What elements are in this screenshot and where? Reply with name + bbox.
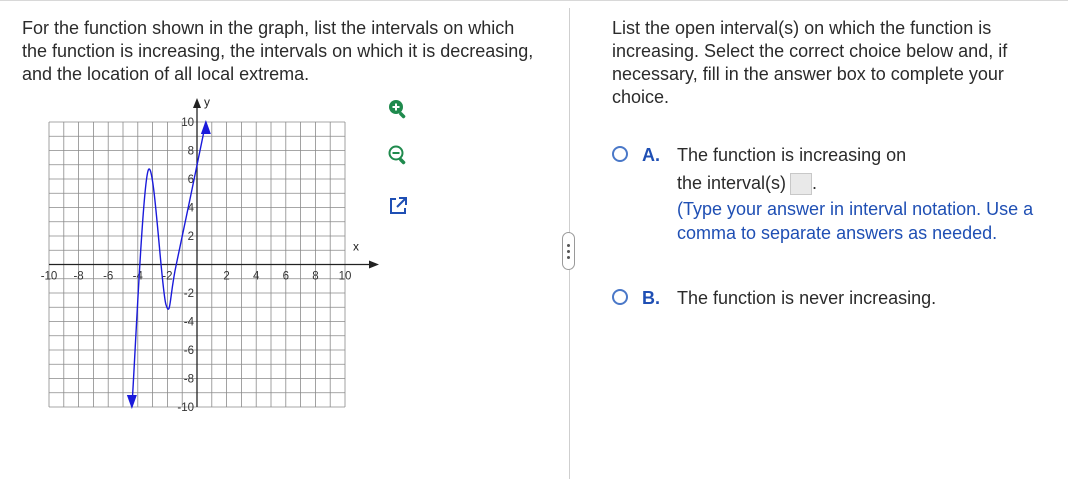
zoom-out-button[interactable] — [378, 138, 418, 172]
handle-dot — [567, 243, 570, 247]
y-tick-label: -10 — [177, 402, 194, 414]
popout-button[interactable] — [378, 189, 418, 223]
axes-layer: xy — [49, 95, 379, 407]
top-rule — [0, 0, 1068, 1]
x-tick-label: 2 — [223, 271, 229, 283]
y-tick-label: -4 — [184, 317, 195, 329]
y-tick-label: -8 — [184, 374, 194, 386]
popout-icon — [390, 197, 407, 214]
choice-a-radio[interactable] — [612, 146, 628, 162]
zoom-in-button[interactable] — [378, 92, 418, 126]
y-tick-label: 2 — [188, 231, 194, 243]
choice-b-letter: B. — [642, 288, 660, 308]
y-axis-label: y — [204, 95, 210, 109]
zoom-out-icon — [388, 145, 406, 165]
choice-a-hint: (Type your answer in interval notation. … — [677, 199, 1034, 244]
x-tick-label: -8 — [73, 271, 83, 283]
x-tick-label: 8 — [312, 271, 318, 283]
choice-a-letter: A. — [642, 145, 660, 165]
y-axis-arrow — [193, 98, 201, 108]
x-tick-label: -10 — [41, 271, 58, 283]
instruction-text: List the open interval(s) on which the f… — [612, 18, 1008, 107]
tick-labels: -10 -8 -6 -4 -2 2 4 6 8 10108642-2-4-6-8-10 — [41, 117, 352, 414]
x-tick-label: 4 — [253, 271, 260, 283]
choice-a-line1: The function is increasing on — [677, 145, 907, 165]
function-graph: xy -10 -8 -6 -4 -2 2 4 6 8 10 10 8 6 4 2 -2 -4 -6 -8 -10 — [30, 92, 380, 422]
handle-dot — [567, 249, 570, 253]
x-axis-label: x — [353, 240, 359, 254]
interval-answer-box[interactable] — [790, 173, 813, 196]
x-tick-label: 6 — [283, 271, 289, 283]
y-tick-label: -2 — [184, 288, 194, 300]
zoom-in-icon — [389, 100, 406, 119]
choice-a-body: The function is increasing on the interv… — [677, 143, 1037, 245]
pane-resize-handle[interactable] — [562, 232, 575, 270]
choice-a-line2-suffix: . — [812, 173, 818, 193]
graph-svg: xy -10 -8 -6 -4 -2 2 4 6 8 10108642-2-4-6-8-10 — [41, 95, 379, 414]
y-tick-label: -6 — [184, 345, 194, 357]
x-tick-label: -6 — [103, 271, 113, 283]
x-axis-arrow — [369, 260, 379, 269]
y-tick-label: 8 — [188, 146, 194, 158]
handle-dot — [567, 255, 570, 259]
choice-a-line2-text: the interval(s) — [677, 173, 787, 193]
x-tick-label: 10 — [339, 271, 352, 283]
question-text: For the function shown in the graph, lis… — [22, 18, 534, 84]
x-tick-label: -2 — [162, 271, 172, 283]
choice-b-body: The function is never increasing. — [677, 286, 1037, 310]
choice-b-line1: The function is never increasing. — [677, 288, 937, 308]
y-tick-label: 10 — [181, 117, 194, 129]
choice-b-radio[interactable] — [612, 289, 628, 305]
choice-a-line2: the interval(s). — [677, 171, 1037, 196]
x-tick-label: -4 — [133, 271, 144, 283]
